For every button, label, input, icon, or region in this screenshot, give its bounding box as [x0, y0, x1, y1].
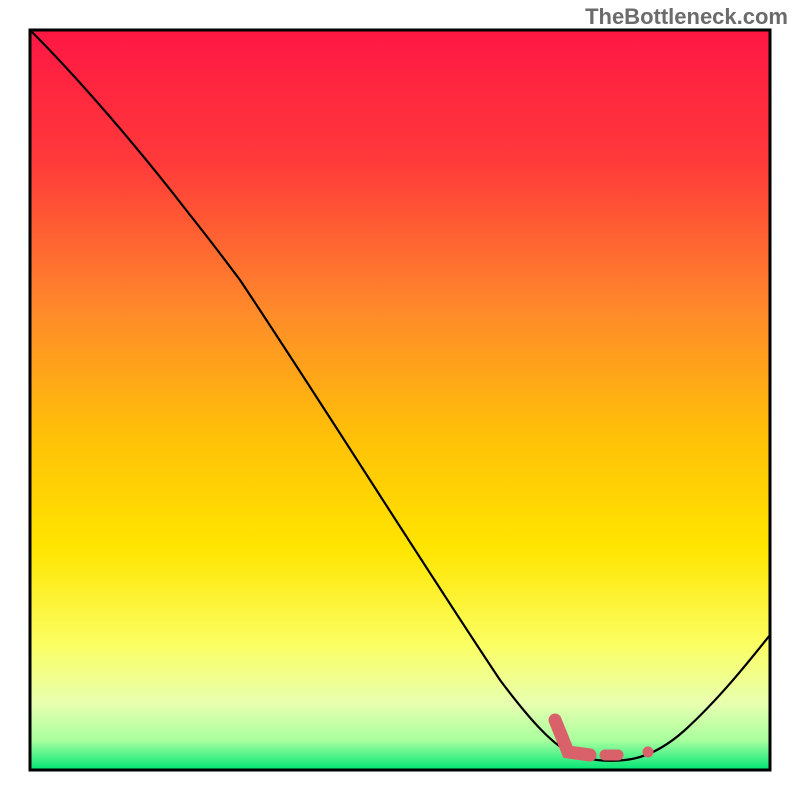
plot-area [30, 30, 770, 770]
highlight-dot [643, 747, 654, 758]
chart-svg [0, 0, 800, 800]
attribution-label: TheBottleneck.com [585, 4, 788, 30]
chart-container: TheBottleneck.com [0, 0, 800, 800]
